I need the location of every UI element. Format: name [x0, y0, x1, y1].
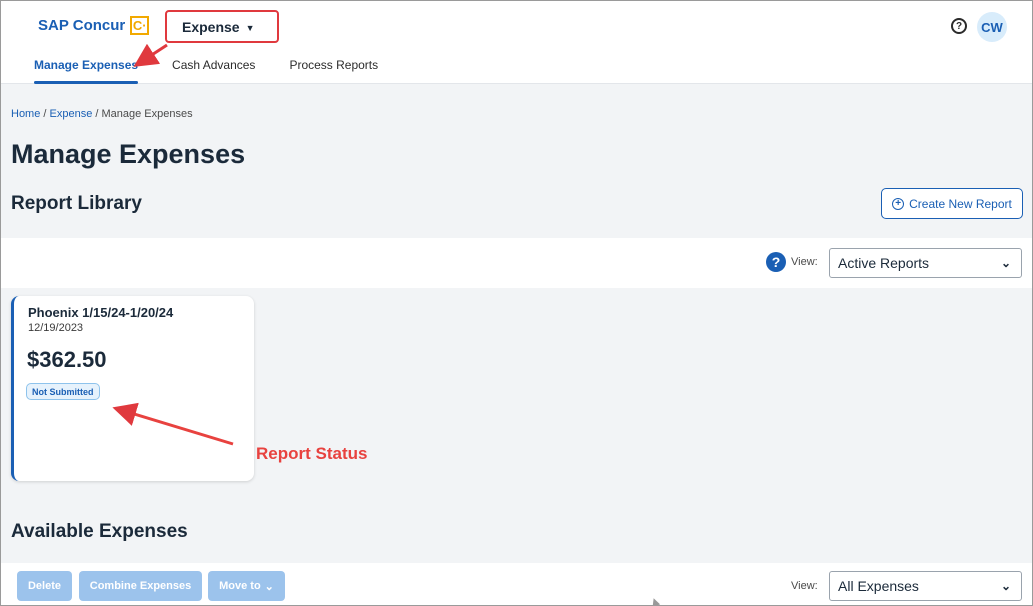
expenses-view-label: View: — [791, 580, 818, 592]
report-amount: $362.50 — [27, 347, 107, 372]
breadcrumb-separator: / — [40, 108, 50, 120]
expenses-view-select[interactable]: All Expenses ⌄ — [829, 571, 1022, 601]
expense-menu-dropdown[interactable]: Expense ▼ — [165, 10, 279, 43]
user-avatar[interactable]: CW — [977, 12, 1007, 42]
sap-concur-logo[interactable]: SAP Concur C· — [38, 16, 150, 35]
breadcrumb-current: Manage Expenses — [101, 108, 193, 120]
chevron-down-icon: ⌄ — [1000, 579, 1011, 593]
report-library-title: Report Library — [11, 193, 142, 214]
annotation-report-status-label: Report Status — [256, 444, 368, 463]
logo-text: SAP Concur — [38, 17, 126, 34]
report-status-badge: Not Submitted — [26, 383, 100, 400]
move-to-label: Move to — [219, 580, 261, 592]
expense-subnav: Manage Expenses Cash Advances Process Re… — [34, 58, 378, 84]
report-name: Phoenix 1/15/24-1/20/24 — [28, 305, 174, 320]
tab-process-reports[interactable]: Process Reports — [289, 58, 378, 78]
report-view-label: View: — [791, 256, 818, 268]
report-filter-bar: ? View: Active Reports ⌄ — [1, 238, 1032, 288]
breadcrumb-expense-link[interactable]: Expense — [50, 108, 93, 120]
help-icon[interactable]: ? — [951, 18, 967, 34]
tab-manage-expenses[interactable]: Manage Expenses — [34, 58, 139, 84]
available-expenses-title: Available Expenses — [11, 521, 188, 542]
report-card[interactable]: Phoenix 1/15/24-1/20/24 12/19/2023 $362.… — [11, 296, 254, 481]
chevron-down-icon: ⌄ — [1000, 256, 1011, 270]
breadcrumb-home-link[interactable]: Home — [11, 108, 40, 120]
top-header: SAP Concur C· Expense ▼ ? CW Manage Expe… — [1, 1, 1032, 84]
breadcrumb-separator: / — [92, 108, 102, 120]
delete-button[interactable]: Delete — [17, 571, 72, 601]
page-title: Manage Expenses — [11, 139, 246, 169]
expenses-view-selected: All Expenses — [838, 578, 919, 594]
report-view-select[interactable]: Active Reports ⌄ — [829, 248, 1022, 278]
concur-logo-icon: C· — [130, 16, 150, 35]
expense-menu-label: Expense — [182, 18, 240, 35]
breadcrumb: Home / Expense / Manage Expenses — [11, 108, 193, 120]
plus-circle-icon: + — [892, 197, 905, 210]
question-help-icon[interactable]: ? — [766, 252, 786, 272]
combine-expenses-button[interactable]: Combine Expenses — [79, 571, 202, 601]
expenses-toolbar: Delete Combine Expenses Move to ⌄ View: … — [1, 563, 1032, 605]
chevron-down-icon: ⌄ — [264, 580, 274, 593]
caret-down-icon: ▼ — [245, 22, 255, 33]
tab-cash-advances[interactable]: Cash Advances — [172, 58, 255, 78]
move-to-button[interactable]: Move to ⌄ — [208, 571, 285, 601]
app-window: SAP Concur C· Expense ▼ ? CW Manage Expe… — [0, 0, 1033, 606]
report-view-selected: Active Reports — [838, 255, 930, 271]
report-date: 12/19/2023 — [28, 322, 84, 334]
create-new-report-label: Create New Report — [909, 196, 1012, 211]
create-new-report-button[interactable]: + Create New Report — [881, 188, 1023, 219]
